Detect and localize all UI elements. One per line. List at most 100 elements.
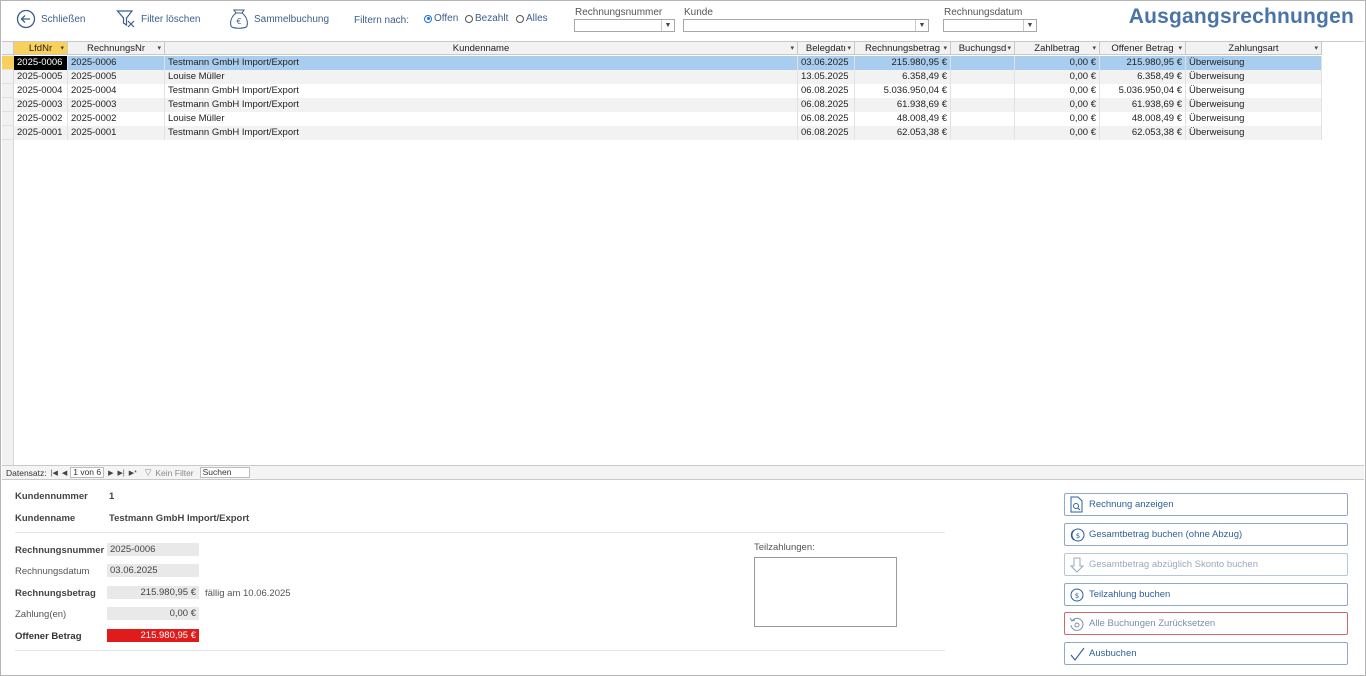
batch-booking-button[interactable]: € Sammelbuchung: [229, 8, 329, 30]
column-dropdown-icon[interactable]: ▾: [1314, 42, 1318, 54]
col-buchungsdatum-cell[interactable]: [951, 112, 1015, 126]
col-rechnungsbetrag-cell[interactable]: 6.358,49 €: [855, 70, 951, 84]
col-belegdatum-cell[interactable]: 06.08.2025: [798, 126, 855, 140]
col-belegdatum-header[interactable]: Belegdatı ▾: [798, 42, 855, 55]
table-row[interactable]: 2025-0006 2025-0006 Testmann GmbH Import/E…: [14, 56, 1322, 70]
col-zahlbetrag-cell[interactable]: 0,00 €: [1015, 126, 1100, 140]
col-lfdnr-cell[interactable]: 2025-0002: [14, 112, 68, 126]
row-selector[interactable]: [2, 84, 14, 98]
col-zahlungsart-cell[interactable]: Überweisung: [1186, 56, 1322, 70]
radio-all[interactable]: Alles: [516, 13, 548, 24]
settle-button[interactable]: Ausbuchen: [1064, 642, 1348, 665]
column-dropdown-icon[interactable]: ▾: [60, 42, 64, 54]
col-buchungsdatum-cell[interactable]: [951, 84, 1015, 98]
column-dropdown-icon[interactable]: ▾: [1092, 42, 1096, 54]
new-record-icon[interactable]: ▶*: [129, 469, 137, 477]
col-rechnungsnr-cell[interactable]: 2025-0001: [68, 126, 165, 140]
first-record-icon[interactable]: |◀: [51, 469, 58, 477]
column-dropdown-icon[interactable]: ▾: [847, 42, 851, 54]
col-belegdatum-cell[interactable]: 06.08.2025: [798, 98, 855, 112]
col-lfdnr-cell[interactable]: 2025-0006: [14, 56, 68, 70]
col-rechnungsbetrag-header[interactable]: Rechnungsbetrag ▾: [855, 42, 951, 55]
close-button[interactable]: Schließen: [16, 9, 85, 29]
col-rechnungsbetrag-cell[interactable]: 48.008,49 €: [855, 112, 951, 126]
show-invoice-button[interactable]: Rechnung anzeigen: [1064, 493, 1348, 516]
last-record-icon[interactable]: ▶|: [118, 469, 125, 477]
col-zahlbetrag-cell[interactable]: 0,00 €: [1015, 56, 1100, 70]
col-zahlbetrag-cell[interactable]: 0,00 €: [1015, 70, 1100, 84]
col-kundenname-cell[interactable]: Testmann GmbH Import/Export: [165, 84, 798, 98]
search-input[interactable]: Suchen: [199, 467, 250, 478]
col-offener-betrag-header[interactable]: Offener Betrag ▾: [1100, 42, 1186, 55]
col-zahlbetrag-header[interactable]: Zahlbetrag ▾: [1015, 42, 1100, 55]
col-rechnungsbetrag-cell[interactable]: 5.036.950,04 €: [855, 84, 951, 98]
col-zahlbetrag-cell[interactable]: 0,00 €: [1015, 84, 1100, 98]
col-rechnungsnr-header[interactable]: RechnungsNr ▾: [68, 42, 165, 55]
book-partial-button[interactable]: $ Teilzahlung buchen: [1064, 583, 1348, 606]
column-dropdown-icon[interactable]: ▾: [790, 42, 794, 54]
row-selector[interactable]: [2, 98, 14, 112]
table-row[interactable]: 2025-0004 2025-0004 Testmann GmbH Import/E…: [14, 84, 1322, 98]
col-offener-betrag-cell[interactable]: 5.036.950,04 €: [1100, 84, 1186, 98]
select-all-corner[interactable]: [2, 42, 14, 55]
col-rechnungsnr-cell[interactable]: 2025-0006: [68, 56, 165, 70]
row-selector[interactable]: [2, 70, 14, 84]
col-offener-betrag-cell[interactable]: 215.980,95 €: [1100, 56, 1186, 70]
col-belegdatum-cell[interactable]: 06.08.2025: [798, 84, 855, 98]
col-zahlungsart-cell[interactable]: Überweisung: [1186, 126, 1322, 140]
book-total-button[interactable]: $ Gesamtbetrag buchen (ohne Abzug): [1064, 523, 1348, 546]
col-zahlungsart-header[interactable]: Zahlungsart ▾: [1186, 42, 1322, 55]
col-zahlbetrag-cell[interactable]: 0,00 €: [1015, 112, 1100, 126]
invoice-date-filter-combo[interactable]: ▼: [943, 19, 1037, 32]
col-buchungsdatum-cell[interactable]: [951, 98, 1015, 112]
column-dropdown-icon[interactable]: ▾: [1007, 42, 1011, 54]
col-belegdatum-cell[interactable]: 13.05.2025: [798, 70, 855, 84]
column-dropdown-icon[interactable]: ▾: [157, 42, 161, 54]
col-zahlungsart-cell[interactable]: Überweisung: [1186, 70, 1322, 84]
col-lfdnr-cell[interactable]: 2025-0005: [14, 70, 68, 84]
radio-paid[interactable]: Bezahlt: [465, 13, 508, 24]
invoice-number-filter-combo[interactable]: ▼: [574, 19, 675, 32]
col-buchungsdatum-cell[interactable]: [951, 56, 1015, 70]
col-lfdnr-cell[interactable]: 2025-0004: [14, 84, 68, 98]
table-row[interactable]: 2025-0001 2025-0001 Testmann GmbH Import/E…: [14, 126, 1322, 140]
col-lfdnr-header[interactable]: LfdNr ▾: [14, 42, 68, 55]
table-row[interactable]: 2025-0003 2025-0003 Testmann GmbH Import/E…: [14, 98, 1322, 112]
col-buchungsdatum-cell[interactable]: [951, 126, 1015, 140]
col-buchungsdatum-header[interactable]: Buchungsd ▾: [951, 42, 1015, 55]
col-zahlungsart-cell[interactable]: Überweisung: [1186, 98, 1322, 112]
radio-open[interactable]: Offen: [424, 13, 458, 24]
col-buchungsdatum-cell[interactable]: [951, 70, 1015, 84]
previous-record-icon[interactable]: ◀: [62, 469, 67, 477]
book-skonto-button[interactable]: Gesamtbetrag abzüglich Skonto buchen: [1064, 553, 1348, 576]
col-kundenname-cell[interactable]: Louise Müller: [165, 70, 798, 84]
filter-state[interactable]: Kein Filter: [155, 468, 193, 478]
col-kundenname-header[interactable]: Kundenname ▾: [165, 42, 798, 55]
col-kundenname-cell[interactable]: Testmann GmbH Import/Export: [165, 126, 798, 140]
col-zahlungsart-cell[interactable]: Überweisung: [1186, 112, 1322, 126]
col-rechnungsbetrag-cell[interactable]: 215.980,95 €: [855, 56, 951, 70]
clear-filter-button[interactable]: Filter löschen: [116, 9, 200, 29]
col-rechnungsnr-cell[interactable]: 2025-0004: [68, 84, 165, 98]
row-selector[interactable]: [2, 56, 14, 70]
col-rechnungsbetrag-cell[interactable]: 62.053,38 €: [855, 126, 951, 140]
col-offener-betrag-cell[interactable]: 61.938,69 €: [1100, 98, 1186, 112]
column-dropdown-icon[interactable]: ▾: [1178, 42, 1182, 54]
col-kundenname-cell[interactable]: Louise Müller: [165, 112, 798, 126]
col-rechnungsnr-cell[interactable]: 2025-0005: [68, 70, 165, 84]
row-selector[interactable]: [2, 126, 14, 140]
col-offener-betrag-cell[interactable]: 62.053,38 €: [1100, 126, 1186, 140]
table-row[interactable]: 2025-0002 2025-0002 Louise Müller 06.08.202…: [14, 112, 1322, 126]
col-lfdnr-cell[interactable]: 2025-0003: [14, 98, 68, 112]
column-dropdown-icon[interactable]: ▾: [943, 42, 947, 54]
col-rechnungsnr-cell[interactable]: 2025-0002: [68, 112, 165, 126]
col-zahlbetrag-cell[interactable]: 0,00 €: [1015, 98, 1100, 112]
record-position[interactable]: 1 von 6: [70, 467, 105, 478]
col-offener-betrag-cell[interactable]: 6.358,49 €: [1100, 70, 1186, 84]
col-lfdnr-cell[interactable]: 2025-0001: [14, 126, 68, 140]
col-kundenname-cell[interactable]: Testmann GmbH Import/Export: [165, 56, 798, 70]
col-zahlungsart-cell[interactable]: Überweisung: [1186, 84, 1322, 98]
col-belegdatum-cell[interactable]: 03.06.2025: [798, 56, 855, 70]
partial-payments-list[interactable]: [754, 557, 897, 627]
table-row[interactable]: 2025-0005 2025-0005 Louise Müller 13.05.202…: [14, 70, 1322, 84]
